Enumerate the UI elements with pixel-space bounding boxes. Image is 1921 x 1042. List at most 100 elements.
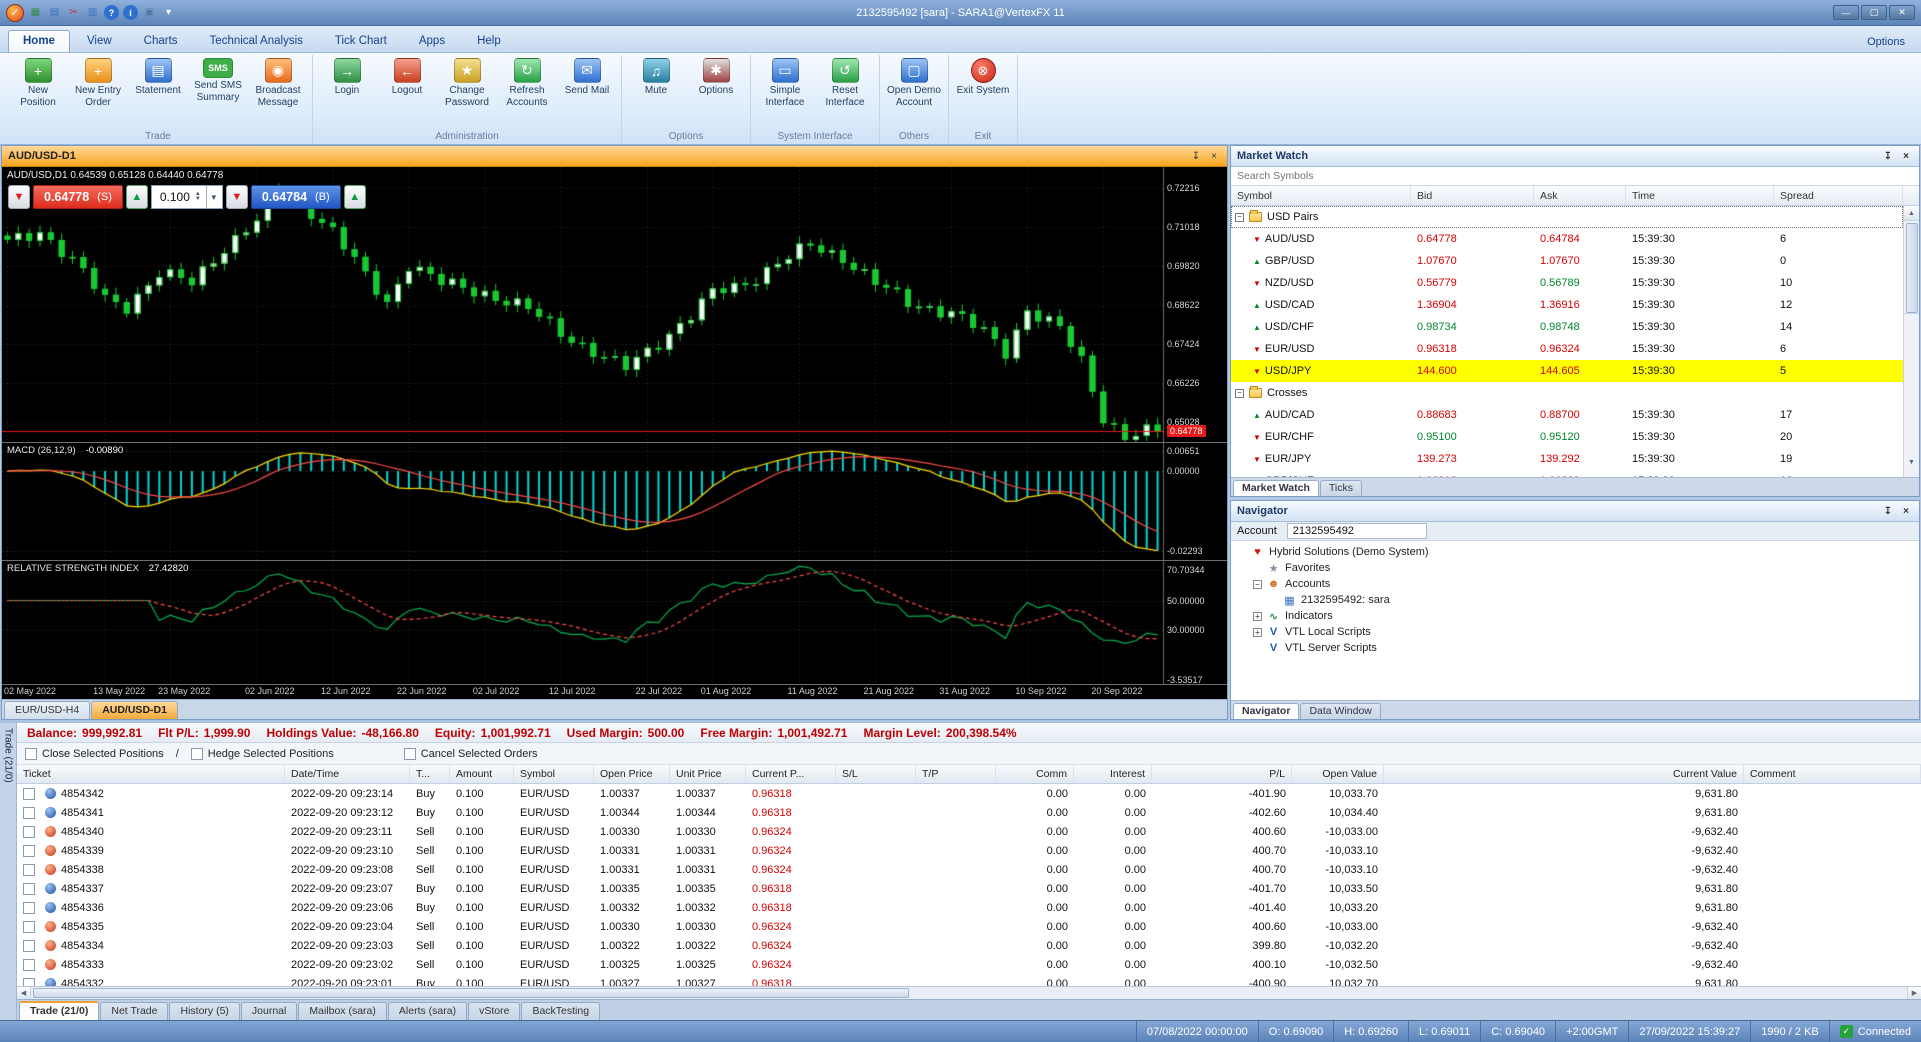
market-watch-row[interactable]: ▼ USD/JPY 144.600 144.605 15:39:30 5 — [1231, 360, 1903, 382]
cut-icon[interactable]: ✂ — [66, 5, 81, 20]
market-watch-column-time[interactable]: Time — [1626, 186, 1774, 205]
ribbon-tab-home[interactable]: Home — [8, 30, 70, 52]
tab-alerts-sara[interactable]: Alerts (sara) — [387, 1002, 468, 1020]
new-position-button[interactable]: + New Position — [9, 56, 67, 110]
column-header-symbol[interactable]: Symbol — [514, 765, 594, 783]
expand-icon[interactable]: + — [1253, 611, 1262, 621]
close-icon[interactable]: × — [1899, 504, 1913, 518]
chart-tab-aud-usd-d1[interactable]: AUD/USD-D1 — [91, 701, 178, 719]
logout-button[interactable]: ← Logout — [378, 56, 436, 99]
expand-icon[interactable]: + — [1253, 627, 1262, 637]
reset-interface-button[interactable]: ↺ Reset Interface — [816, 56, 874, 110]
market-watch-row[interactable]: ▼ EUR/USD 0.96318 0.96324 15:39:30 6 — [1231, 338, 1903, 360]
ribbon-tab-view[interactable]: View — [72, 30, 127, 52]
market-watch-group-row[interactable]: − Crosses — [1231, 382, 1903, 404]
tab-market-watch[interactable]: Market Watch — [1233, 480, 1319, 496]
column-header-s-l[interactable]: S/L — [836, 765, 916, 783]
send-sms-summary-button[interactable]: SMS Send SMS Summary — [189, 56, 247, 105]
tree-item-hybrid-solutions-demo-system[interactable]: ♥ Hybrid Solutions (Demo System) — [1235, 544, 1915, 560]
close-icon[interactable]: × — [1899, 149, 1913, 163]
tree-item-2132595492-sara[interactable]: ▦ 2132595492: sara — [1235, 592, 1915, 608]
row-checkbox[interactable] — [23, 787, 35, 800]
market-watch-row[interactable]: ▲ GBP/USD 1.07670 1.07670 15:39:30 0 — [1231, 250, 1903, 272]
tab-ticks[interactable]: Ticks — [1319, 480, 1362, 496]
column-header-date-time[interactable]: Date/Time — [285, 765, 410, 783]
market-watch-column-bid[interactable]: Bid — [1411, 186, 1534, 205]
buy-step-up-button[interactable]: ▲ — [343, 185, 366, 209]
exit-system-button[interactable]: ⊗ Exit System — [954, 56, 1012, 99]
tree-item-indicators[interactable]: + ∿ Indicators — [1235, 608, 1915, 624]
tab-journal[interactable]: Journal — [240, 1002, 298, 1020]
tab-trade-21-0[interactable]: Trade (21/0) — [19, 1001, 100, 1020]
login-button[interactable]: → Login — [318, 56, 376, 99]
market-watch-row[interactable]: ▼ AUD/USD 0.64778 0.64784 15:39:30 6 — [1231, 228, 1903, 250]
refresh-accounts-button[interactable]: ↻ Refresh Accounts — [498, 56, 556, 110]
tree-item-favorites[interactable]: ★ Favorites — [1235, 560, 1915, 576]
tab-backtesting[interactable]: BackTesting — [521, 1002, 601, 1020]
row-checkbox[interactable] — [23, 920, 35, 933]
trade-table-row[interactable]: 4854341 2022-09-20 09:23:12 Buy 0.100 EUR/US… — [17, 803, 1921, 822]
ribbon-tab-tick-chart[interactable]: Tick Chart — [320, 30, 402, 52]
amount-spin-icons[interactable]: ▲ ▼ — [195, 191, 201, 202]
ribbon-tab-charts[interactable]: Charts — [129, 30, 193, 52]
new-entry-order-button[interactable]: + New Entry Order — [69, 56, 127, 110]
layout-icon[interactable]: ▥ — [85, 5, 100, 20]
qat-dropdown-icon[interactable]: ▾ — [161, 5, 176, 20]
tab-navigator[interactable]: Navigator — [1233, 703, 1300, 719]
checkbox-box[interactable] — [25, 747, 37, 760]
tree-item-vtl-server-scripts[interactable]: V VTL Server Scripts — [1235, 640, 1915, 656]
market-watch-row[interactable]: ▼ NZD/USD 0.56779 0.56789 15:39:30 10 — [1231, 272, 1903, 294]
market-watch-row[interactable]: ▼ EUR/JPY 139.273 139.292 15:39:30 19 — [1231, 448, 1903, 470]
tab-vstore[interactable]: vStore — [468, 1002, 521, 1020]
row-checkbox[interactable] — [23, 958, 35, 971]
market-watch-row[interactable]: ▲ USD/CAD 1.36904 1.36916 15:39:30 12 — [1231, 294, 1903, 316]
trade-table-row[interactable]: 4854337 2022-09-20 09:23:07 Buy 0.100 EUR/US… — [17, 879, 1921, 898]
vertical-scroll-thumb[interactable] — [1905, 223, 1918, 313]
trade-table-row[interactable]: 4854340 2022-09-20 09:23:11 Sell 0.100 EUR/U… — [17, 822, 1921, 841]
column-header-unit-price[interactable]: Unit Price — [670, 765, 746, 783]
checkbox-box[interactable] — [403, 747, 416, 760]
trade-table-row[interactable]: 4854339 2022-09-20 09:23:10 Sell 0.100 EUR/U… — [17, 841, 1921, 860]
account-value[interactable]: 2132595492 — [1286, 523, 1427, 539]
save-icon[interactable]: ▣ — [142, 5, 157, 20]
market-watch-column-spread[interactable]: Spread — [1774, 186, 1903, 205]
sell-step-up-button[interactable]: ▲ — [125, 185, 148, 209]
mute-button[interactable]: ♫ Mute — [627, 56, 685, 99]
collapse-icon[interactable]: − — [1235, 212, 1244, 222]
scroll-up-icon[interactable]: ▲ — [1903, 206, 1919, 221]
ribbon-options-link[interactable]: Options — [1859, 32, 1913, 52]
pin-icon[interactable]: ↧ — [1881, 504, 1895, 518]
options-button[interactable]: ✱ Options — [687, 56, 745, 99]
tree-item-accounts[interactable]: − ☻ Accounts — [1235, 576, 1915, 592]
chart-window-titlebar[interactable]: AUD/USD-D1 ↧ × — [2, 146, 1227, 167]
column-header-amount[interactable]: Amount — [450, 765, 514, 783]
tab-net-trade[interactable]: Net Trade — [100, 1002, 169, 1020]
minimize-button[interactable]: — — [1833, 5, 1859, 20]
navigator-titlebar[interactable]: Navigator ↧ × — [1231, 501, 1919, 522]
app-logo-icon[interactable]: ✓ — [6, 3, 24, 22]
row-checkbox[interactable] — [23, 863, 35, 876]
column-header-ticket[interactable]: Ticket — [17, 765, 285, 783]
simple-interface-button[interactable]: ▭ Simple Interface — [756, 56, 814, 110]
buy-step-down-button[interactable]: ▼ — [225, 185, 248, 209]
column-header-t-p[interactable]: T/P — [916, 765, 996, 783]
close-icon[interactable]: × — [1207, 149, 1221, 163]
trade-table-row[interactable]: 4854338 2022-09-20 09:23:08 Sell 0.100 EUR/U… — [17, 860, 1921, 879]
ribbon-tab-help[interactable]: Help — [462, 30, 516, 52]
trade-table-row[interactable]: 4854334 2022-09-20 09:23:03 Sell 0.100 EUR/U… — [17, 936, 1921, 955]
send-mail-button[interactable]: ✉ Send Mail — [558, 56, 616, 99]
trade-table-row[interactable]: 4854336 2022-09-20 09:23:06 Buy 0.100 EUR/US… — [17, 898, 1921, 917]
market-watch-row[interactable]: ▲ USD/CHF 0.98734 0.98748 15:39:30 14 — [1231, 316, 1903, 338]
row-checkbox[interactable] — [23, 977, 35, 986]
row-checkbox[interactable] — [23, 939, 35, 952]
horizontal-scroll-thumb[interactable] — [33, 988, 909, 998]
column-header-current-p[interactable]: Current P... — [746, 765, 836, 783]
sell-step-down-button[interactable]: ▼ — [8, 185, 30, 209]
market-watch-group-row[interactable]: − USD Pairs — [1231, 206, 1903, 228]
rsi-canvas[interactable] — [2, 561, 1227, 684]
column-header-interest[interactable]: Interest — [1074, 765, 1152, 783]
trade-table-row[interactable]: 4854342 2022-09-20 09:23:14 Buy 0.100 EUR/US… — [17, 784, 1921, 803]
ribbon-tab-apps[interactable]: Apps — [404, 30, 460, 52]
buy-button[interactable]: 0.64784 (B) — [250, 185, 341, 209]
close-button[interactable]: ✕ — [1889, 5, 1915, 20]
